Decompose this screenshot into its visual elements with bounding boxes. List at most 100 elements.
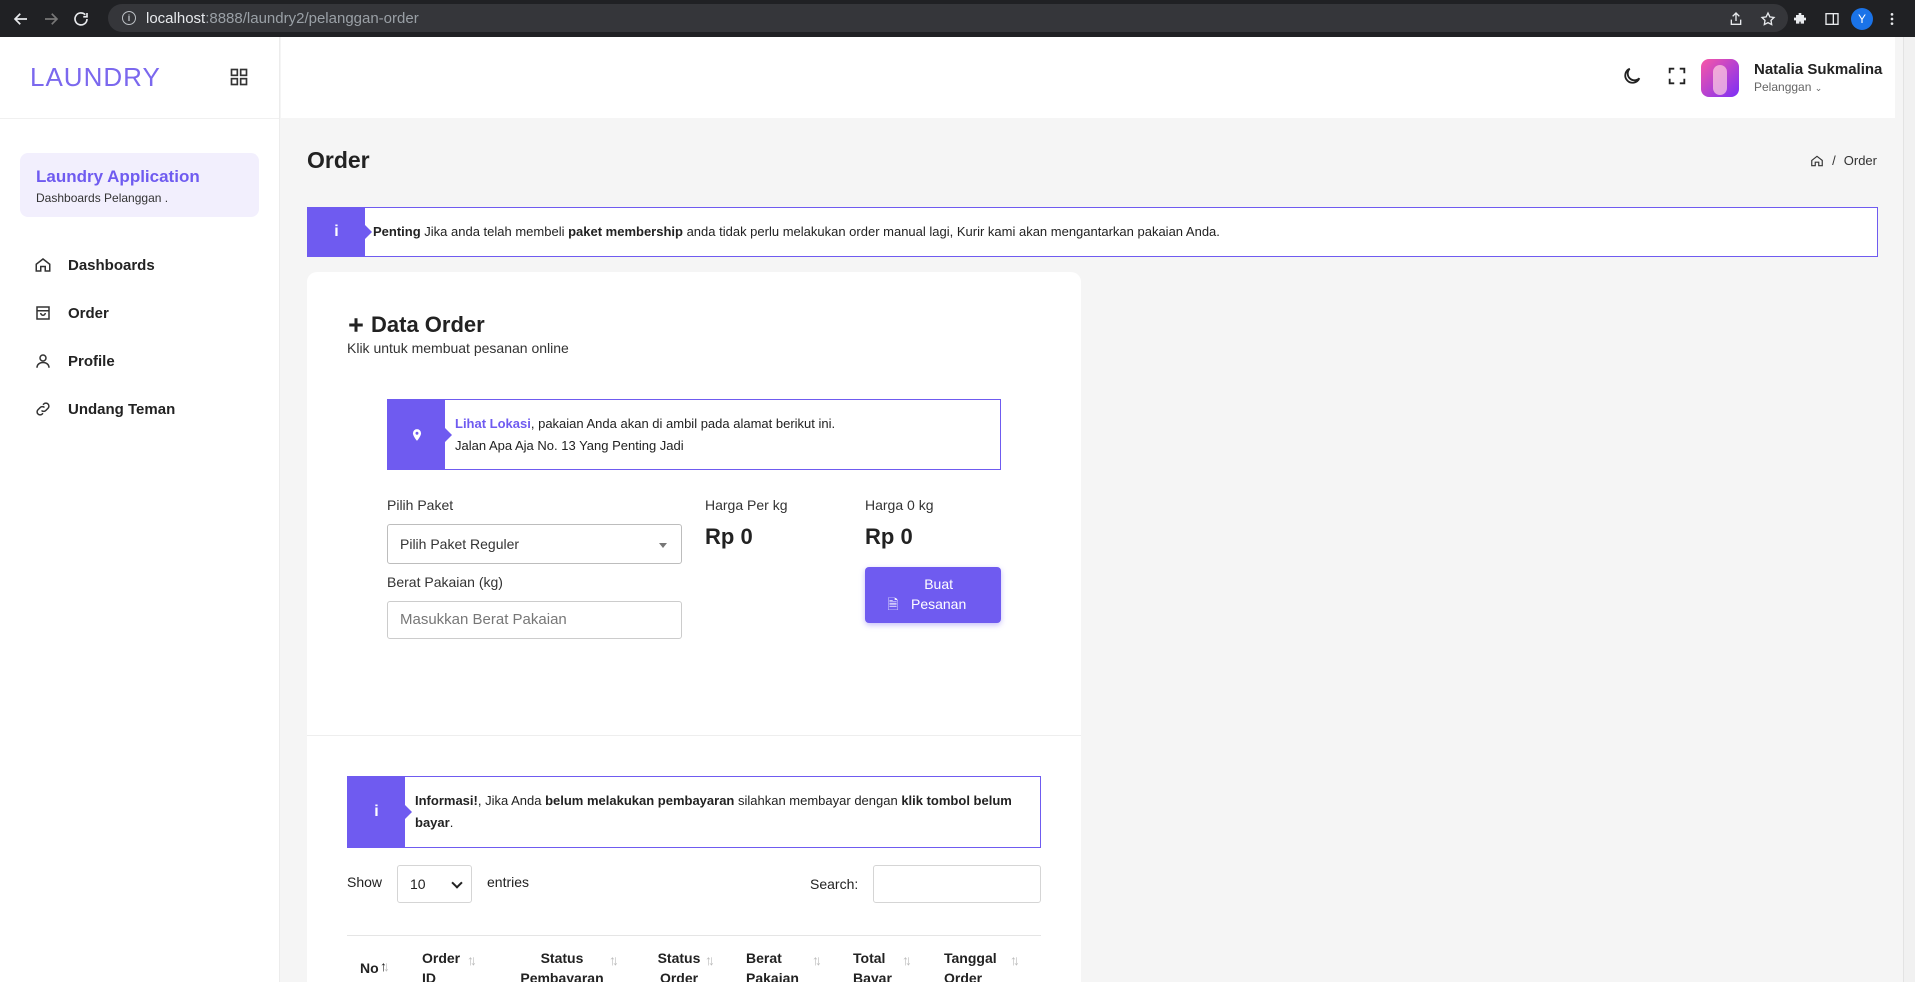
weight-placeholder: Masukkan Berat Pakaian <box>400 611 567 628</box>
column-label: ID <box>422 970 436 982</box>
column-header-order-id[interactable]: Order ID <box>422 948 460 982</box>
lihat-lokasi-link[interactable]: Lihat Lokasi <box>455 416 531 431</box>
membership-alert: i Penting Jika anda telah membeli paket … <box>307 207 1878 257</box>
sort-icon[interactable]: ↑↓ <box>380 958 390 974</box>
alert-text: silahkan membayar dengan <box>734 793 902 808</box>
alert-bold: Informasi! <box>415 793 478 808</box>
alert-bold: paket membership <box>568 224 683 239</box>
sort-icon[interactable]: ↑↓ <box>705 952 715 968</box>
app-title: Laundry Application <box>36 167 200 186</box>
home-icon[interactable] <box>1810 154 1824 168</box>
sidebar-header: LAUNDRY <box>0 37 279 119</box>
user-role-dropdown[interactable]: Pelanggan ⌄ <box>1754 80 1822 94</box>
url-path: :8888/laundry2/pelanggan-order <box>205 9 419 27</box>
column-label: Berat <box>746 950 782 966</box>
column-header-no[interactable]: No <box>360 958 379 978</box>
column-label: Order <box>659 970 699 982</box>
site-info-icon[interactable]: i <box>122 11 136 25</box>
user-icon <box>36 354 50 368</box>
card-subtitle: Klik untuk membuat pesanan online <box>347 340 569 356</box>
top-header: Natalia Sukmalina Pelanggan ⌄ <box>281 37 1895 118</box>
map-pin-icon <box>388 400 452 469</box>
column-label: Order <box>422 950 461 966</box>
column-header-berat-pakaian[interactable]: Berat Pakaian <box>746 948 799 982</box>
link-icon <box>36 402 50 416</box>
column-header-status-pembayaran[interactable]: Status Pembayaran <box>514 948 610 982</box>
app-info-card: Laundry Application Dashboards Pelanggan… <box>20 153 259 217</box>
browser-profile-avatar[interactable]: Y <box>1851 7 1873 30</box>
column-header-total-bayar[interactable]: Total Bayar <box>853 948 892 982</box>
search-label: Search: <box>810 876 859 892</box>
grid-menu-icon[interactable] <box>229 67 249 87</box>
orders-table-header: No ↑↓ Order ID ↑↓ Status Pembayaran ↑↓ Sta… <box>347 935 1041 982</box>
breadcrumb-separator: / <box>1832 153 1836 168</box>
column-label: No <box>360 960 379 976</box>
bag-icon <box>36 306 50 320</box>
side-panel-icon[interactable] <box>1819 6 1845 32</box>
breadcrumb: / Order <box>1810 153 1877 168</box>
pickup-address: Jalan Apa Aja No. 13 Yang Penting Jadi <box>455 437 684 453</box>
alert-text: , Jika Anda <box>477 793 546 808</box>
address-bar[interactable]: i localhost:8888/laundry2/pelanggan-orde… <box>108 4 1788 32</box>
sidebar-item-label: Profile <box>68 352 115 370</box>
column-label: Order <box>944 970 983 982</box>
column-label: Pembayaran <box>520 970 604 982</box>
column-label: Tanggal <box>944 950 997 966</box>
sidebar-item-dashboards[interactable]: Dashboards <box>0 241 279 289</box>
breadcrumb-current: Order <box>1843 153 1877 168</box>
entries-select[interactable]: 10 <box>397 865 472 903</box>
column-header-tanggal-order[interactable]: Tanggal Order <box>944 948 997 982</box>
column-label: Total <box>853 950 886 966</box>
alert-text: anda tidak perlu melakukan order manual … <box>682 224 1220 239</box>
package-select[interactable]: Pilih Paket Reguler <box>387 524 682 564</box>
column-header-status-order[interactable]: Status Order <box>654 948 704 982</box>
price-total-label: Harga 0 kg <box>865 497 934 513</box>
logo[interactable]: LAUNDRY <box>30 62 161 93</box>
price-per-kg-label: Harga Per kg <box>705 497 788 513</box>
fullscreen-icon[interactable] <box>1666 65 1688 87</box>
card-title: Data Order <box>347 312 485 338</box>
bookmark-star-icon[interactable] <box>1755 6 1781 32</box>
sort-icon[interactable]: ↑↓ <box>812 952 822 968</box>
user-name[interactable]: Natalia Sukmalina <box>1754 61 1882 78</box>
sidebar-item-profile[interactable]: Profile <box>0 337 279 385</box>
alert-text: Jika anda telah membeli <box>420 224 569 239</box>
user-role: Pelanggan <box>1754 80 1812 94</box>
avatar[interactable] <box>1701 59 1739 97</box>
reload-icon[interactable] <box>66 4 96 34</box>
sort-icon[interactable]: ↑↓ <box>467 952 477 968</box>
alert-bold: belum melakukan pembayaran <box>545 793 735 808</box>
column-label: Bayar <box>853 970 892 982</box>
package-label: Pilih Paket <box>387 497 454 513</box>
sort-icon[interactable]: ↑↓ <box>1010 952 1020 968</box>
app-subtitle: Dashboards Pelanggan . <box>36 191 169 205</box>
sidebar-item-label: Dashboards <box>68 256 155 274</box>
dark-mode-moon-icon[interactable] <box>1621 65 1643 87</box>
price-total-value: Rp 0 <box>865 524 913 549</box>
browser-menu-icon[interactable] <box>1879 6 1905 32</box>
location-alert: Lihat Lokasi, pakaian Anda akan di ambil… <box>387 399 1001 470</box>
forward-icon[interactable] <box>36 4 66 34</box>
buat-pesanan-button[interactable]: 🗎 Buat Pesanan <box>865 567 1001 623</box>
column-label: Status <box>657 950 701 966</box>
weight-input[interactable]: Masukkan Berat Pakaian <box>387 601 682 639</box>
sidebar-item-undang-teman[interactable]: Undang Teman <box>0 385 279 433</box>
sort-icon[interactable]: ↑↓ <box>902 952 912 968</box>
share-icon[interactable] <box>1723 6 1749 32</box>
caret-down-icon <box>659 543 667 548</box>
chevron-down-icon: ⌄ <box>1814 83 1823 93</box>
page-title: Order <box>307 147 370 173</box>
extensions-icon[interactable] <box>1787 6 1813 32</box>
payment-info-alert: i Informasi!, Jika Anda belum melakukan … <box>347 776 1041 848</box>
column-label: Status <box>540 950 584 966</box>
weight-label: Berat Pakaian (kg) <box>387 574 503 590</box>
package-selected-value: Pilih Paket Reguler <box>400 536 520 552</box>
alert-text: . <box>449 815 454 830</box>
sidebar-item-order[interactable]: Order <box>0 289 279 337</box>
table-search-input[interactable] <box>873 865 1041 903</box>
sort-icon[interactable]: ↑↓ <box>609 952 619 968</box>
page-scrollbar[interactable] <box>1903 37 1915 982</box>
url-host: localhost <box>146 9 206 27</box>
card-divider <box>307 735 1081 736</box>
back-icon[interactable] <box>6 4 36 34</box>
